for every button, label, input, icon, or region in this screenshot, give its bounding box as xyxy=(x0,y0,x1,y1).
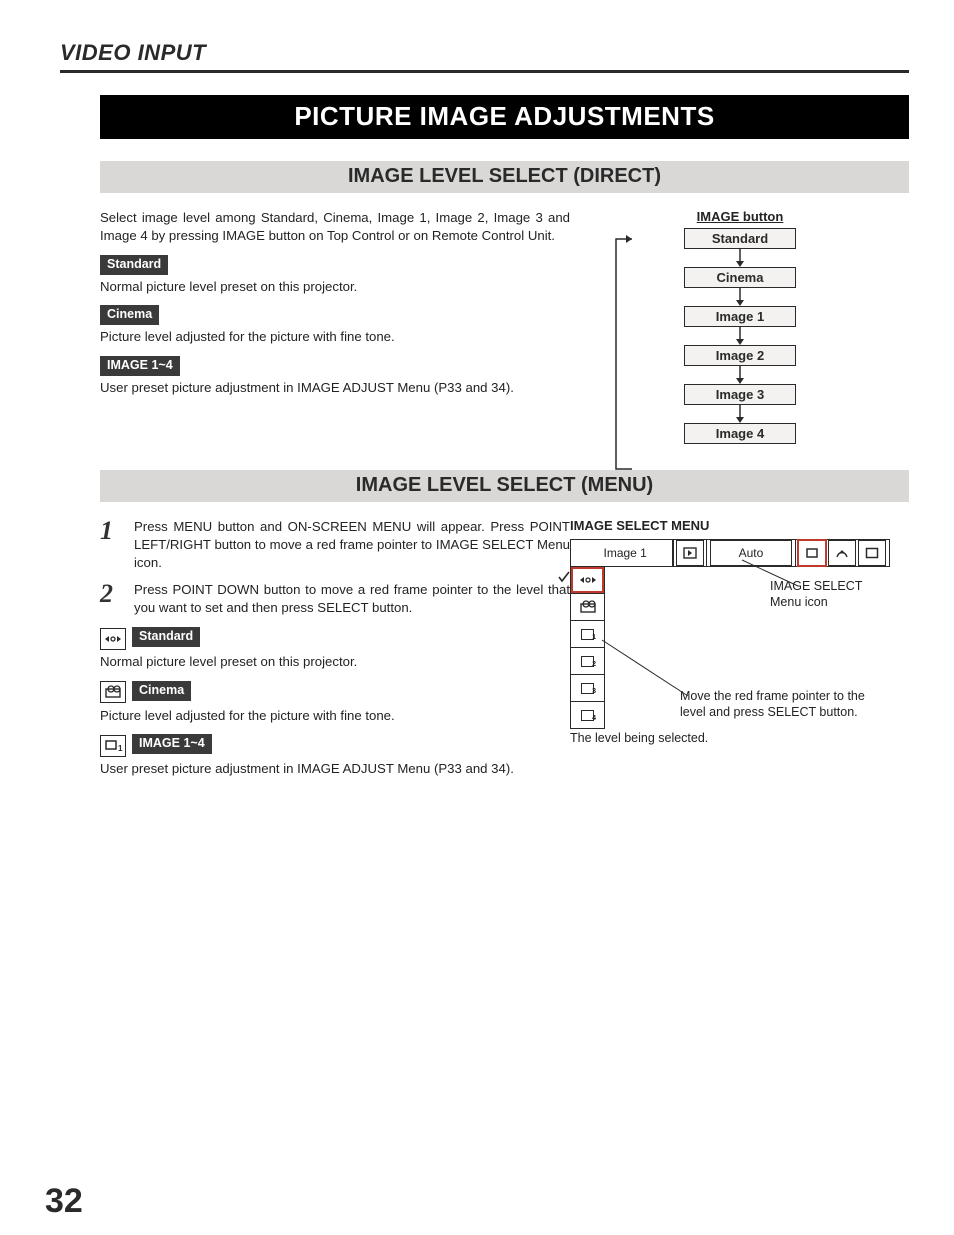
section-rule xyxy=(60,70,909,73)
annotation-menu-icon: IMAGE SELECT Menu icon xyxy=(770,578,890,611)
desc-standard-2: Normal picture level preset on this proj… xyxy=(100,653,570,671)
svg-text:1: 1 xyxy=(118,744,123,753)
subsection-direct: IMAGE LEVEL SELECT (DIRECT) xyxy=(100,161,909,193)
flow-item: Image 4 xyxy=(684,423,796,444)
screen-icon xyxy=(858,540,886,566)
side-cinema-icon xyxy=(571,593,604,620)
arrow-down-icon xyxy=(640,249,840,267)
flow-item: Cinema xyxy=(684,267,796,288)
adjust-icon xyxy=(828,540,856,566)
desc-cinema: Picture level adjusted for the picture w… xyxy=(100,328,570,346)
badge-standard: Standard xyxy=(100,255,168,275)
badge-cinema-2: Cinema xyxy=(132,681,191,701)
step-text-2: Press POINT DOWN button to move a red fr… xyxy=(134,581,570,617)
step-text-1: Press MENU button and ON-SCREEN MENU wil… xyxy=(134,518,570,571)
step-number-1: 1 xyxy=(100,518,134,544)
desc-image14-2: User preset picture adjustment in IMAGE … xyxy=(100,760,570,778)
menu-heading: IMAGE SELECT MENU xyxy=(570,518,890,533)
section-header: VIDEO INPUT xyxy=(60,40,909,70)
menu-selected-name: Image 1 xyxy=(573,540,671,566)
flow-recirculation-line xyxy=(614,229,650,489)
flow-item: Standard xyxy=(684,228,796,249)
image1-icon: 1 xyxy=(100,735,126,757)
arrow-down-icon xyxy=(640,288,840,306)
badge-image14-2: IMAGE 1~4 xyxy=(132,734,212,754)
badge-image14: IMAGE 1~4 xyxy=(100,356,180,376)
arrow-down-icon xyxy=(640,405,840,423)
source-icon xyxy=(676,540,704,566)
desc-image14: User preset picture adjustment in IMAGE … xyxy=(100,379,570,397)
menu-caption: The level being selected. xyxy=(570,731,890,745)
badge-cinema: Cinema xyxy=(100,305,159,325)
image-select-menu-icon xyxy=(798,540,826,566)
step-number-2: 2 xyxy=(100,581,134,607)
menu-bar: Image 1 Auto xyxy=(570,539,890,567)
desc-cinema-2: Picture level adjusted for the picture w… xyxy=(100,707,570,725)
badge-standard-2: Standard xyxy=(132,627,200,647)
arrow-down-icon xyxy=(640,366,840,384)
flow-item: Image 3 xyxy=(684,384,796,405)
flow-item: Image 1 xyxy=(684,306,796,327)
flow-title: IMAGE button xyxy=(640,209,840,224)
desc-standard: Normal picture level preset on this proj… xyxy=(100,278,570,296)
flow-item: Image 2 xyxy=(684,345,796,366)
side-image4-icon: 4 xyxy=(571,701,604,728)
arrow-down-icon xyxy=(640,327,840,345)
checkmark-icon xyxy=(558,570,570,584)
intro-paragraph: Select image level among Standard, Cinem… xyxy=(100,209,570,245)
page-number: 32 xyxy=(45,1182,83,1221)
annotation-pointer: Move the red frame pointer to the level … xyxy=(680,688,890,721)
cinema-icon xyxy=(100,681,126,703)
subsection-menu: IMAGE LEVEL SELECT (MENU) xyxy=(100,470,909,502)
page-title-banner: PICTURE IMAGE ADJUSTMENTS xyxy=(100,95,909,139)
side-standard-icon xyxy=(571,567,604,593)
standard-icon xyxy=(100,628,126,650)
